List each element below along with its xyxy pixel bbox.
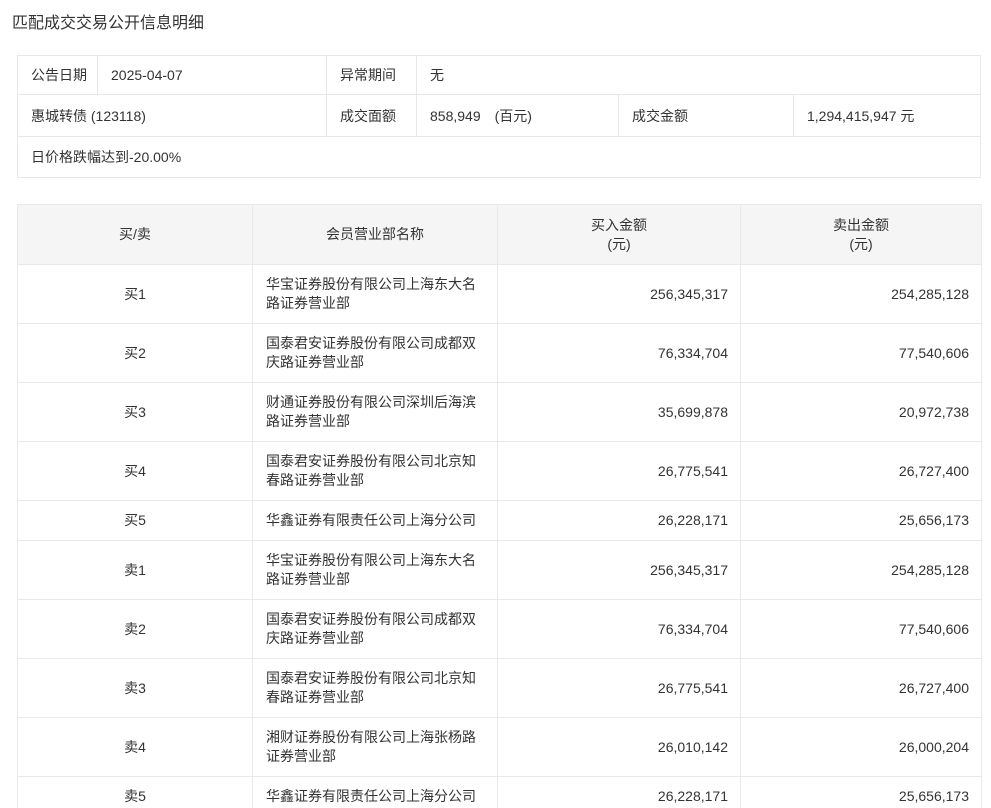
row-branch: 华宝证券股份有限公司上海东大名路证券营业部 [253, 265, 498, 324]
row-sell-amount: 254,285,128 [741, 541, 982, 600]
table-row: 买4 国泰君安证券股份有限公司北京知春路证券营业部 26,775,541 26,… [18, 442, 982, 501]
row-buy-amount: 26,010,142 [498, 718, 741, 777]
row-branch: 湘财证券股份有限公司上海张杨路证券营业部 [253, 718, 498, 777]
header-sell-amount: 卖出金额 (元) [741, 205, 982, 265]
face-value-cell: 858,949 (百元) [416, 95, 618, 136]
row-buy-amount: 26,228,171 [498, 777, 741, 808]
row-sell-amount: 26,000,204 [741, 718, 982, 777]
row-sell-amount: 25,656,173 [741, 777, 982, 808]
row-side: 买4 [18, 442, 253, 501]
row-branch: 华鑫证券有限责任公司上海分公司 [253, 501, 498, 541]
table-header-row: 买/卖 会员营业部名称 买入金额 (元) 卖出金额 (元) [18, 205, 982, 265]
turnover-label: 成交金额 [618, 95, 793, 136]
row-sell-amount: 26,727,400 [741, 659, 982, 718]
row-side: 买2 [18, 324, 253, 383]
row-side: 卖3 [18, 659, 253, 718]
row-buy-amount: 256,345,317 [498, 541, 741, 600]
row-sell-amount: 26,727,400 [741, 442, 982, 501]
row-branch: 财通证券股份有限公司深圳后海滨路证券营业部 [253, 383, 498, 442]
row-side: 买1 [18, 265, 253, 324]
face-value-label: 成交面额 [326, 95, 416, 136]
abnormal-period-value: 无 [416, 56, 980, 94]
row-buy-amount: 256,345,317 [498, 265, 741, 324]
row-buy-amount: 26,228,171 [498, 501, 741, 541]
row-sell-amount: 25,656,173 [741, 501, 982, 541]
table-row: 卖1 华宝证券股份有限公司上海东大名路证券营业部 256,345,317 254… [18, 541, 982, 600]
table-row: 买5 华鑫证券有限责任公司上海分公司 26,228,171 25,656,173 [18, 501, 982, 541]
header-buy-amount: 买入金额 (元) [498, 205, 741, 265]
header-buy-sell: 买/卖 [18, 205, 253, 265]
row-sell-amount: 20,972,738 [741, 383, 982, 442]
table-row: 卖5 华鑫证券有限责任公司上海分公司 26,228,171 25,656,173 [18, 777, 982, 808]
header-buy-amount-label: 买入金额 [498, 216, 740, 235]
row-sell-amount: 77,540,606 [741, 324, 982, 383]
header-sell-amount-label: 卖出金额 [741, 216, 981, 235]
summary-row-date: 公告日期 2025-04-07 异常期间 无 [18, 56, 980, 94]
row-branch: 国泰君安证券股份有限公司北京知春路证券营业部 [253, 442, 498, 501]
table-row: 卖4 湘财证券股份有限公司上海张杨路证券营业部 26,010,142 26,00… [18, 718, 982, 777]
page-title: 匹配成交交易公开信息明细 [12, 13, 991, 35]
row-sell-amount: 77,540,606 [741, 600, 982, 659]
row-branch: 国泰君安证券股份有限公司北京知春路证券营业部 [253, 659, 498, 718]
summary-row-security: 惠城转债 (123118) 成交面额 858,949 (百元) 成交金额 1,2… [18, 94, 980, 136]
table-row: 卖3 国泰君安证券股份有限公司北京知春路证券营业部 26,775,541 26,… [18, 659, 982, 718]
face-value-unit: (百元) [495, 106, 532, 126]
row-branch: 华宝证券股份有限公司上海东大名路证券营业部 [253, 541, 498, 600]
row-buy-amount: 26,775,541 [498, 442, 741, 501]
trade-disclosure-table: 买/卖 会员营业部名称 买入金额 (元) 卖出金额 (元) 买1 华宝证券股份有… [17, 204, 982, 808]
row-side: 卖2 [18, 600, 253, 659]
table-row: 买2 国泰君安证券股份有限公司成都双庆路证券营业部 76,334,704 77,… [18, 324, 982, 383]
turnover-value: 1,294,415,947 元 [793, 95, 980, 136]
row-side: 买5 [18, 501, 253, 541]
header-buy-amount-unit: (元) [498, 235, 740, 254]
row-branch: 国泰君安证券股份有限公司成都双庆路证券营业部 [253, 600, 498, 659]
row-side: 买3 [18, 383, 253, 442]
row-side: 卖1 [18, 541, 253, 600]
announce-date-label: 公告日期 [18, 56, 97, 94]
face-value: 858,949 [430, 108, 481, 124]
security-name: 惠城转债 (123118) [18, 95, 326, 136]
row-branch: 国泰君安证券股份有限公司成都双庆路证券营业部 [253, 324, 498, 383]
row-branch: 华鑫证券有限责任公司上海分公司 [253, 777, 498, 808]
summary-row-note: 日价格跌幅达到-20.00% [18, 136, 980, 177]
summary-panel: 公告日期 2025-04-07 异常期间 无 惠城转债 (123118) 成交面… [17, 55, 981, 178]
table-row: 买1 华宝证券股份有限公司上海东大名路证券营业部 256,345,317 254… [18, 265, 982, 324]
row-sell-amount: 254,285,128 [741, 265, 982, 324]
table-row: 卖2 国泰君安证券股份有限公司成都双庆路证券营业部 76,334,704 77,… [18, 600, 982, 659]
abnormal-period-label: 异常期间 [326, 56, 416, 94]
announce-date-value: 2025-04-07 [97, 56, 326, 94]
price-change-note: 日价格跌幅达到-20.00% [18, 137, 980, 177]
row-side: 卖5 [18, 777, 253, 808]
row-buy-amount: 76,334,704 [498, 600, 741, 659]
header-branch-name: 会员营业部名称 [253, 205, 498, 265]
row-side: 卖4 [18, 718, 253, 777]
row-buy-amount: 76,334,704 [498, 324, 741, 383]
row-buy-amount: 35,699,878 [498, 383, 741, 442]
row-buy-amount: 26,775,541 [498, 659, 741, 718]
header-sell-amount-unit: (元) [741, 235, 981, 254]
table-row: 买3 财通证券股份有限公司深圳后海滨路证券营业部 35,699,878 20,9… [18, 383, 982, 442]
